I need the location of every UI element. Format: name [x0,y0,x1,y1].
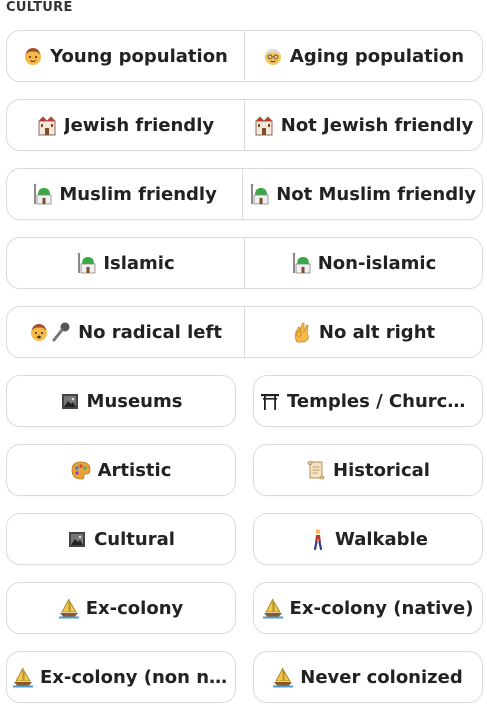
aging-population-button[interactable]: Aging population [245,31,482,81]
no-alt-right-button[interactable]: No alt right [245,307,482,357]
walkable-card: Walkable [253,513,483,565]
filter-row: Islamic Non-islamic [6,237,483,289]
button-label: Young population [50,45,228,67]
filter-row: Young population Aging population [6,30,483,82]
button-label: Historical [333,459,430,481]
button-label: No alt right [318,321,436,343]
cultural-button[interactable]: Cultural [7,514,235,564]
ex-colony-native-button[interactable]: Ex-colony (native) [254,583,482,633]
button-label: Islamic [103,252,175,274]
filter-row: Ex-colony Ex-colony (native) [6,582,483,634]
never-colonized-button[interactable]: Never colonized [254,652,482,702]
filter-pair: Muslim friendly Not Muslim friendly [6,168,483,220]
button-label: Jewish friendly [63,114,215,136]
ok-hand-icon [292,321,312,343]
button-label: Museums [86,390,183,412]
sailboat-icon [13,666,33,688]
button-label: Non-islamic [317,252,437,274]
button-label: No radical left [78,321,222,343]
never-colonized-card: Never colonized [253,651,483,703]
button-label: Ex-colony [85,597,184,619]
no-radical-left-button[interactable]: No radical left [7,307,244,357]
boy-face-icon [23,45,43,67]
filter-row: Jewish friendly Not Jewish friendly [6,99,483,151]
section-title: CULTURE [6,0,73,15]
artist-palette-icon [71,459,91,481]
button-label: Walkable [335,528,428,550]
filter-pair: Islamic Non-islamic [6,237,483,289]
ex-colony-card: Ex-colony [6,582,236,634]
button-label: Aging population [289,45,465,67]
filter-pair: No radical left No alt right [6,306,483,358]
sailboat-icon [58,597,79,619]
older-person-face-icon [263,45,283,67]
shinto-shrine-icon [260,390,280,412]
ex-colony-non-native-card: Ex-colony (non n... [6,651,236,703]
ex-colony-non-native-button[interactable]: Ex-colony (non n... [7,652,235,702]
museums-button[interactable]: Museums [7,376,235,426]
button-label: Artistic [97,459,172,481]
artistic-card: Artistic [6,444,236,496]
young-population-button[interactable]: Young population [7,31,244,81]
mosque-icon [76,252,96,274]
button-label: Ex-colony (native) [289,597,474,619]
non-islamic-button[interactable]: Non-islamic [245,238,482,288]
not-jewish-friendly-button[interactable]: Not Jewish friendly [245,100,482,150]
mosque-icon [291,252,311,274]
filter-row: Museums Temples / Churches [6,375,483,427]
mosque-icon [249,183,269,205]
sailboat-icon [273,666,294,688]
ex-colony-native-card: Ex-colony (native) [253,582,483,634]
button-label: Not Muslim friendly [276,183,476,205]
sailboat-icon [262,597,283,619]
mosque-icon [32,183,52,205]
cultural-card: Cultural [6,513,236,565]
filter-pair: Jewish friendly Not Jewish friendly [6,99,483,151]
not-muslim-friendly-button[interactable]: Not Muslim friendly [243,169,482,219]
filter-pair: Young population Aging population [6,30,483,82]
person-walking-icon [308,528,328,550]
framed-picture-icon [67,528,87,550]
historical-card: Historical [253,444,483,496]
temples-churches-button[interactable]: Temples / Churches [254,376,482,426]
synagogue-icon [37,114,57,136]
filter-row: Ex-colony (non n... Never colonized [6,651,483,703]
button-label: Never colonized [300,666,463,688]
islamic-button[interactable]: Islamic [7,238,244,288]
filter-row: Cultural Walkable [6,513,483,565]
museums-card: Museums [6,375,236,427]
ex-colony-button[interactable]: Ex-colony [7,583,235,633]
historical-button[interactable]: Historical [254,445,482,495]
button-label: Temples / Churches [287,390,476,412]
filter-row: No radical left No alt right [6,306,483,358]
walkable-button[interactable]: Walkable [254,514,482,564]
button-label: Muslim friendly [59,183,217,205]
button-label: Ex-colony (non n... [40,666,229,688]
filter-row: Artistic Historical [6,444,483,496]
singer-icon [29,321,49,343]
microphone-icon [51,321,71,343]
muslim-friendly-button[interactable]: Muslim friendly [7,169,242,219]
artistic-button[interactable]: Artistic [7,445,235,495]
jewish-friendly-button[interactable]: Jewish friendly [7,100,244,150]
synagogue-icon [254,114,274,136]
scroll-icon [306,459,326,481]
button-label: Not Jewish friendly [280,114,474,136]
temples-card: Temples / Churches [253,375,483,427]
framed-picture-icon [60,390,80,412]
filter-row: Muslim friendly Not Muslim friendly [6,168,483,220]
button-label: Cultural [94,528,175,550]
